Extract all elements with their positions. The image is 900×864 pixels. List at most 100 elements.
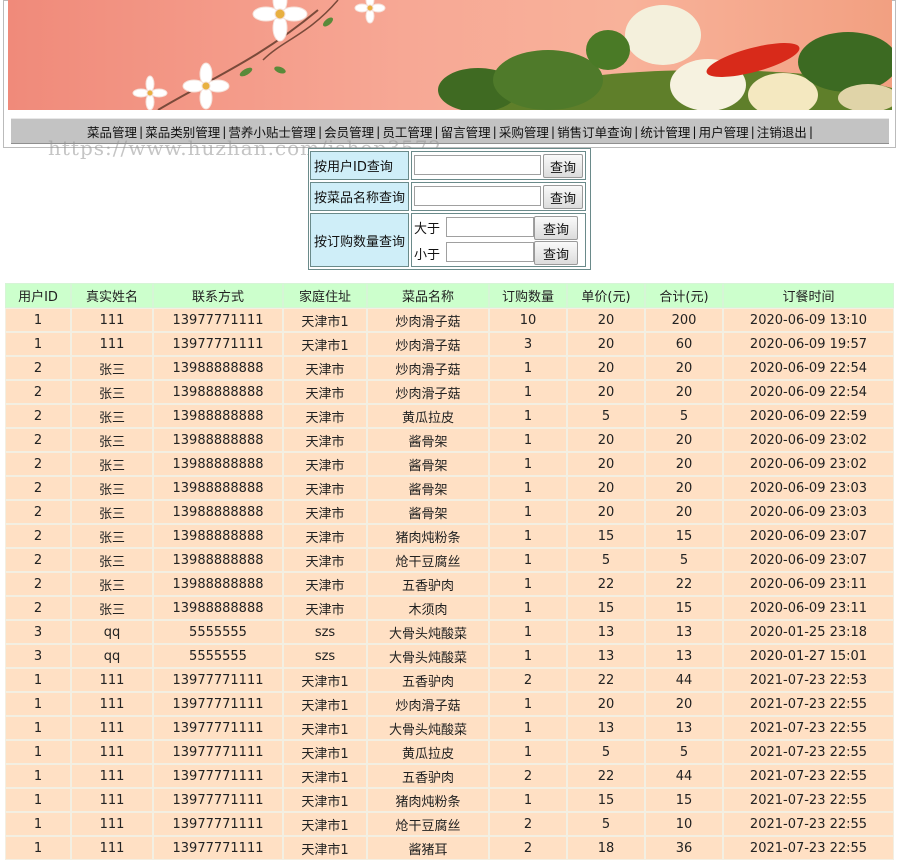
nav-item-7[interactable]: 采购管理: [498, 122, 550, 141]
table-cell: 2: [5, 476, 71, 500]
table-cell: 2020-06-09 23:02: [723, 428, 894, 452]
nav-item-9[interactable]: 统计管理: [639, 122, 691, 141]
column-header: 家庭住址: [283, 283, 367, 308]
table-cell: 2020-06-09 22:54: [723, 380, 894, 404]
table-cell: 2020-06-09 23:07: [723, 524, 894, 548]
table-cell: 炝干豆腐丝: [367, 548, 489, 572]
nav-item-6[interactable]: 留言管理: [440, 122, 492, 141]
table-cell: 张三: [71, 356, 153, 380]
table-cell: 13988888888: [153, 428, 283, 452]
table-cell: 张三: [71, 572, 153, 596]
table-cell: 2: [5, 452, 71, 476]
table-cell: 22: [645, 572, 723, 596]
table-cell: 天津市1: [283, 668, 367, 692]
table-cell: 1: [489, 524, 567, 548]
table-cell: 20: [645, 476, 723, 500]
table-row: 2 张三 13988888888 天津市 猪肉炖粉条 1 15 15 2020-06-09 23…: [5, 524, 894, 548]
table-cell: 5: [567, 740, 645, 764]
table-cell: 5: [567, 812, 645, 836]
table-cell: 大骨头炖酸菜: [367, 620, 489, 644]
table-cell: 张三: [71, 452, 153, 476]
table-cell: 2: [5, 500, 71, 524]
query-user-id-button[interactable]: 查询: [543, 154, 583, 178]
table-cell: 2020-06-09 22:59: [723, 404, 894, 428]
table-cell: 13977771111: [153, 308, 283, 332]
table-cell: 2020-06-09 23:02: [723, 452, 894, 476]
table-cell: 20: [567, 452, 645, 476]
table-cell: 2: [489, 668, 567, 692]
table-cell: 张三: [71, 380, 153, 404]
user-id-input[interactable]: [414, 155, 541, 175]
table-cell: 2021-07-23 22:55: [723, 788, 894, 812]
table-cell: 111: [71, 788, 153, 812]
table-cell: 13: [645, 644, 723, 668]
table-cell: 13977771111: [153, 668, 283, 692]
query-greater-button[interactable]: 查询: [534, 216, 578, 240]
table-cell: 13988888888: [153, 500, 283, 524]
table-cell: 2: [489, 812, 567, 836]
table-cell: 猪肉炖粉条: [367, 524, 489, 548]
table-cell: 炝干豆腐丝: [367, 812, 489, 836]
table-cell: 1: [489, 380, 567, 404]
table-cell: 酱猪耳: [367, 836, 489, 860]
table-cell: 炒肉滑子菇: [367, 380, 489, 404]
table-cell: 2: [5, 572, 71, 596]
table-body: 1 111 13977771111 天津市1 炒肉滑子菇 10 20 200 2020-06-0…: [5, 308, 894, 860]
column-header: 联系方式: [153, 283, 283, 308]
table-cell: 5: [567, 548, 645, 572]
column-header: 菜品名称: [367, 283, 489, 308]
search-row-quantity: 按订购数量查询 大于 查询 小于 查询: [310, 213, 586, 267]
table-cell: 111: [71, 740, 153, 764]
table-row: 2 张三 13988888888 天津市 黄瓜拉皮 1 5 5 2020-06-09 22:59: [5, 404, 894, 428]
search-quantity-cell: 大于 查询 小于 查询: [411, 213, 586, 267]
table-cell: 1: [5, 692, 71, 716]
table-cell: 60: [645, 332, 723, 356]
table-cell: 20: [645, 692, 723, 716]
table-cell: 1: [489, 788, 567, 812]
table-row: 2 张三 13988888888 天津市 酱骨架 1 20 20 2020-06-09 23:0…: [5, 476, 894, 500]
table-cell: 3: [5, 620, 71, 644]
search-user-id-cell: 查询: [411, 151, 586, 180]
table-cell: 111: [71, 716, 153, 740]
table-cell: 5: [567, 404, 645, 428]
table-row: 2 张三 13988888888 天津市 炒肉滑子菇 1 20 20 2020-06-09 22…: [5, 356, 894, 380]
table-cell: 20: [567, 308, 645, 332]
table-cell: 天津市1: [283, 716, 367, 740]
table-cell: 2021-07-23 22:55: [723, 692, 894, 716]
table-row: 1 111 13977771111 天津市1 炒肉滑子菇 1 20 20 2021-07-23 …: [5, 692, 894, 716]
table-cell: 1: [5, 308, 71, 332]
table-cell: 15: [567, 596, 645, 620]
table-cell: 2020-06-09 23:11: [723, 572, 894, 596]
table-cell: 大骨头炖酸菜: [367, 716, 489, 740]
nav-item-10[interactable]: 用户管理: [698, 122, 750, 141]
banner-image: [8, 0, 892, 110]
table-cell: 13977771111: [153, 332, 283, 356]
quantity-greater-input[interactable]: [446, 217, 534, 237]
table-cell: 111: [71, 332, 153, 356]
table-cell: 2: [5, 428, 71, 452]
table-cell: 13988888888: [153, 548, 283, 572]
table-cell: 黄瓜拉皮: [367, 404, 489, 428]
table-cell: 13988888888: [153, 572, 283, 596]
table-cell: 2: [5, 404, 71, 428]
table-cell: 1: [5, 716, 71, 740]
table-row: 1 111 13977771111 天津市1 酱猪耳 2 18 36 2021-07-23 22…: [5, 836, 894, 860]
table-cell: 2: [5, 356, 71, 380]
quantity-less-input[interactable]: [446, 242, 534, 262]
nav-item-8[interactable]: 销售订单查询: [556, 122, 633, 141]
table-cell: 1: [489, 716, 567, 740]
table-cell: 3: [489, 332, 567, 356]
query-dish-name-button[interactable]: 查询: [543, 185, 583, 209]
query-less-button[interactable]: 查询: [534, 241, 578, 265]
table-cell: 2: [5, 524, 71, 548]
table-cell: 10: [489, 308, 567, 332]
table-cell: 1: [489, 572, 567, 596]
table-cell: 2021-07-23 22:55: [723, 740, 894, 764]
table-cell: 炒肉滑子菇: [367, 308, 489, 332]
table-cell: 炒肉滑子菇: [367, 332, 489, 356]
table-cell: 1: [5, 812, 71, 836]
table-cell: 20: [645, 380, 723, 404]
column-header: 单价(元): [567, 283, 645, 308]
nav-item-11[interactable]: 注销退出: [756, 122, 808, 141]
dish-name-input[interactable]: [414, 186, 541, 206]
